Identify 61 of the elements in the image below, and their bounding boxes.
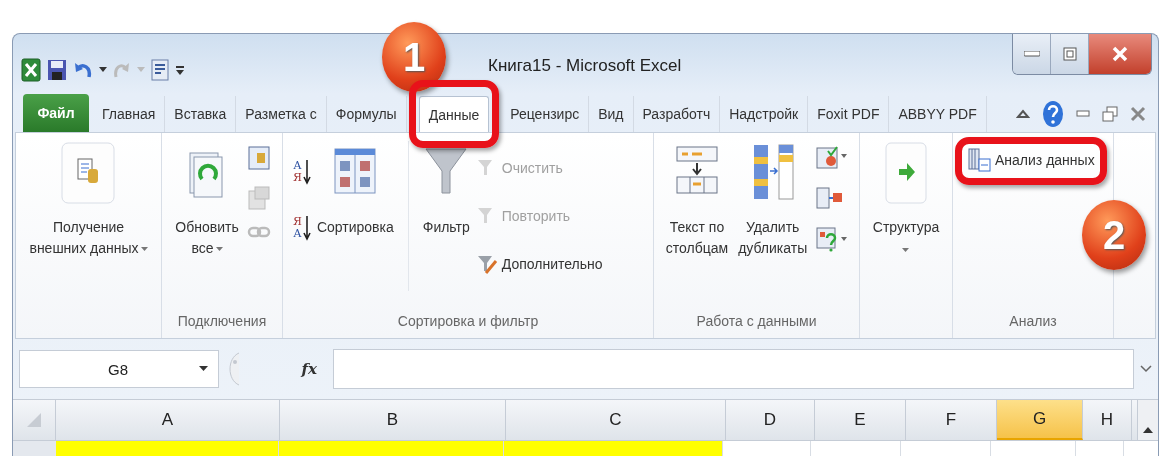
table-form-icon: [967, 147, 991, 173]
what-if-analysis-icon[interactable]: [815, 225, 850, 253]
column-header[interactable]: D: [726, 400, 815, 440]
column-header[interactable]: H: [1083, 400, 1132, 440]
group-label: Сортировка и фильтр: [396, 312, 540, 331]
minimize-button[interactable]: [1013, 34, 1051, 74]
form-icon[interactable]: [151, 59, 169, 81]
corner-triangle-icon: [25, 411, 43, 429]
advanced-filter-button[interactable]: Дополнительно: [475, 253, 603, 275]
name-box[interactable]: G8: [19, 350, 219, 388]
close-button[interactable]: [1089, 34, 1151, 74]
column-header[interactable]: B: [280, 400, 506, 440]
filter-button[interactable]: Фильтр: [420, 141, 472, 238]
column-header[interactable]: A: [56, 400, 280, 440]
spreadsheet-app-icon[interactable]: [21, 58, 41, 82]
scroll-up-button[interactable]: [1137, 400, 1158, 440]
minimize-icon: [1023, 51, 1040, 57]
column-header[interactable]: E: [815, 400, 906, 440]
refresh-all-button[interactable]: Обновить все: [173, 141, 241, 259]
dropdown-caret-icon: [199, 366, 208, 372]
down-arrow-icon: [302, 159, 311, 185]
remove-duplicates-button[interactable]: Удалить дубликаты: [736, 141, 810, 259]
link-icon[interactable]: [246, 225, 271, 239]
down-arrow-icon: [302, 215, 311, 241]
insert-function-button[interactable]: fx: [247, 360, 327, 378]
database-document-icon: [60, 141, 117, 205]
up-arrow-icon: [1143, 427, 1153, 434]
file-tab[interactable]: Файл: [23, 94, 89, 132]
minimize-icon[interactable]: [1076, 110, 1090, 118]
dropdown-caret-icon: [902, 248, 910, 253]
group-label: Анализ: [1008, 312, 1058, 331]
connections-icon[interactable]: [246, 145, 271, 171]
close-icon: [1112, 46, 1128, 62]
funnel-pencil-icon: [475, 253, 498, 275]
dropdown-caret-icon: [215, 246, 223, 252]
group-label: Подключения: [176, 312, 268, 331]
formula-input[interactable]: [333, 349, 1134, 389]
dropdown-caret-icon: [140, 246, 148, 252]
save-icon[interactable]: [47, 59, 67, 81]
group-label: Работа с данными: [695, 312, 818, 331]
expand-caret-icon[interactable]: [1140, 365, 1152, 373]
collapse-ribbon-icon[interactable]: [1016, 108, 1030, 120]
get-external-data-button[interactable]: Получение внешних данных: [27, 141, 150, 259]
sort-button[interactable]: Сортировка: [314, 141, 396, 238]
customize-toolbar-icon[interactable]: [175, 63, 185, 77]
data-validation-icon[interactable]: [815, 145, 850, 171]
maximize-button[interactable]: [1051, 34, 1089, 74]
column-header[interactable]: G: [997, 400, 1083, 440]
dropdown-caret-icon[interactable]: [99, 67, 107, 73]
ribbon-tab[interactable]: Данные: [418, 96, 490, 132]
sort-ascending-button[interactable]: А Я: [293, 159, 311, 185]
data-analysis-button[interactable]: Анализ данных: [967, 147, 1095, 173]
window-title: Книга15 - Microsoft Excel: [488, 56, 682, 76]
close-icon[interactable]: [1130, 106, 1146, 122]
sort-descending-button[interactable]: Я А: [293, 215, 311, 241]
column-header[interactable]: C: [506, 400, 726, 440]
help-icon[interactable]: [1042, 100, 1064, 128]
text-to-columns-button[interactable]: Текст по столбцам: [663, 141, 731, 259]
restore-icon[interactable]: [1102, 106, 1118, 122]
outline-button[interactable]: Структура: [870, 141, 942, 253]
maximize-icon: [1062, 47, 1077, 61]
